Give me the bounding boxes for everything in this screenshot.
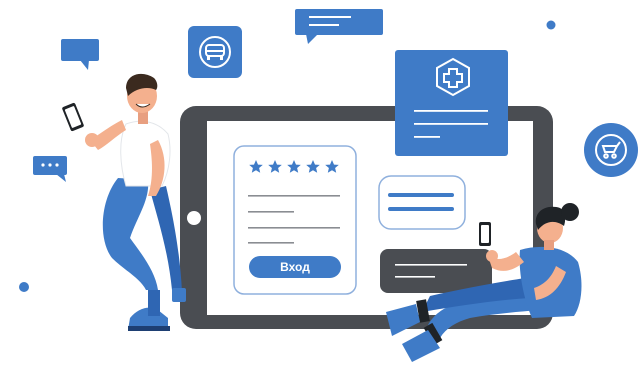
- speech-bubble-icon: [295, 9, 383, 44]
- dark-note-card: [380, 249, 492, 293]
- tablet-home-button: [187, 211, 201, 225]
- text-line: [248, 227, 340, 229]
- decor-dot: [546, 20, 556, 30]
- info-card: [378, 175, 466, 230]
- smartphone-icon: [479, 222, 491, 246]
- text-line: [248, 195, 340, 197]
- man-figure: [62, 73, 186, 331]
- login-button[interactable]: Вход: [249, 256, 341, 278]
- smartphone-icon: [62, 102, 84, 132]
- speech-bubble-icon: [61, 39, 99, 70]
- medical-card: [395, 50, 508, 156]
- text-line: [248, 242, 294, 244]
- car-badge: [188, 26, 242, 78]
- illustration: Вход: [0, 0, 638, 371]
- stroller-badge: [584, 123, 638, 177]
- decor-dot: [19, 282, 29, 292]
- text-line: [248, 211, 294, 213]
- speech-bubble-icon: [33, 156, 67, 182]
